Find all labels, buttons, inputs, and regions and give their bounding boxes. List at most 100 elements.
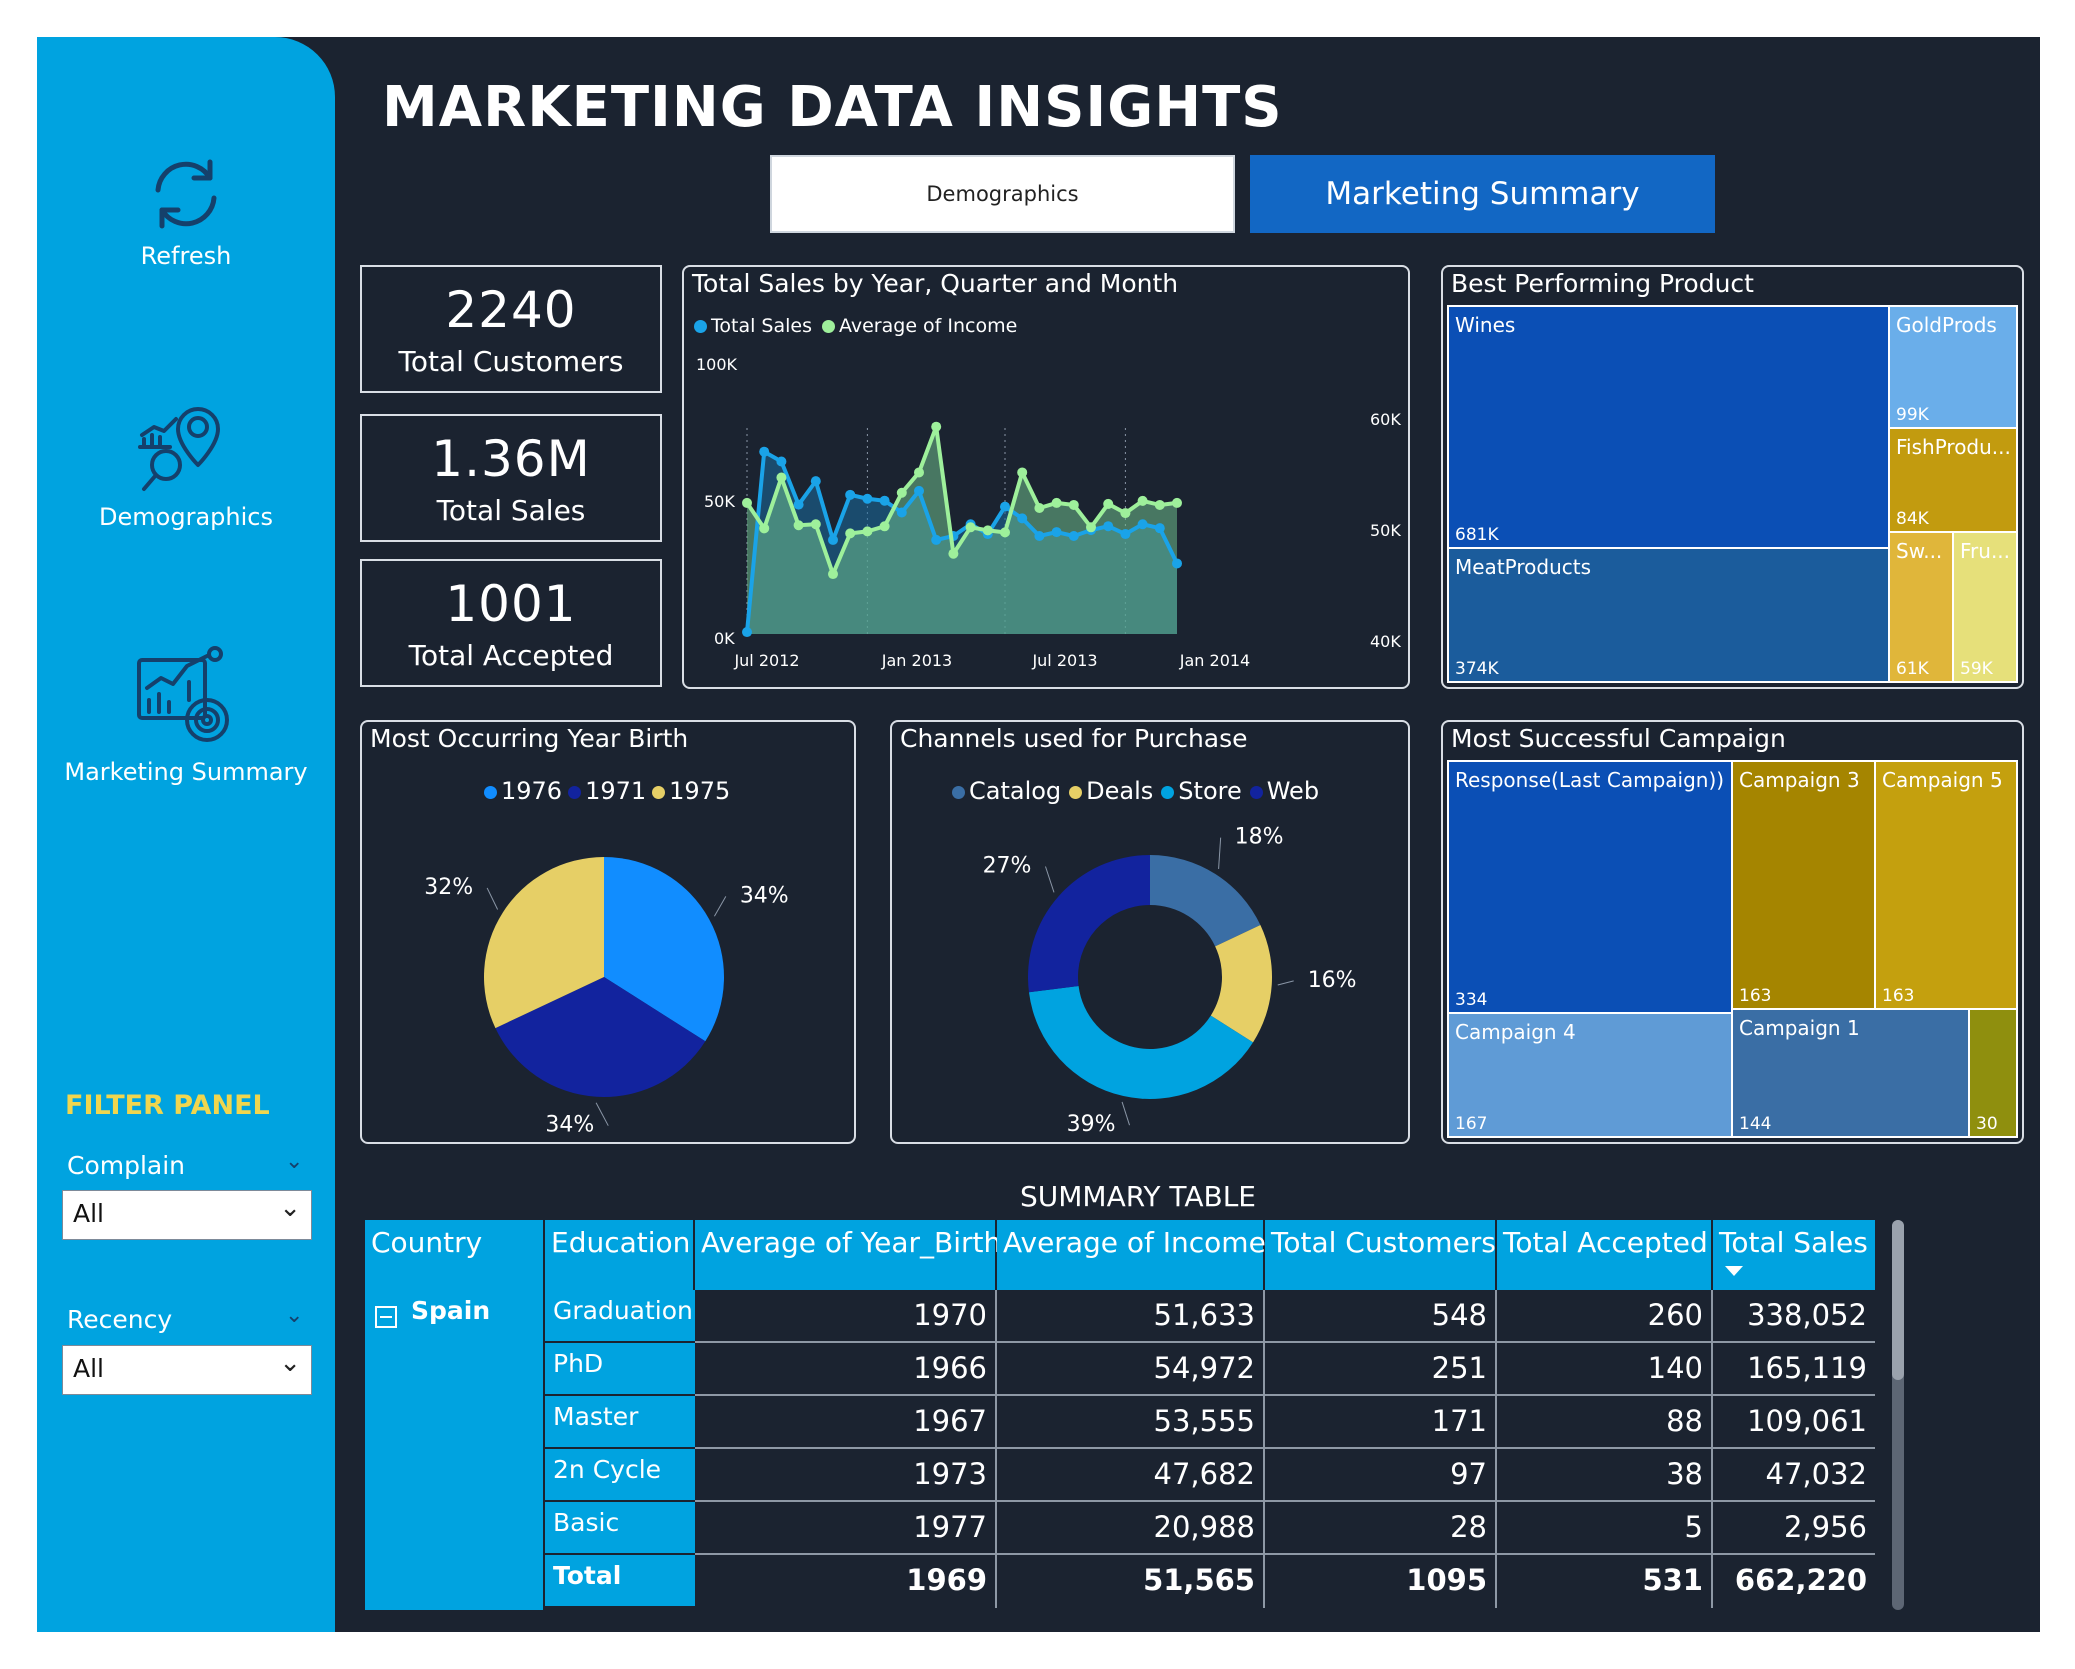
chart-title: Most Successful Campaign	[1451, 724, 1786, 753]
tab-marketing-summary[interactable]: Marketing Summary	[1250, 155, 1715, 233]
sales-trend-chart[interactable]: Total Sales by Year, Quarter and Month T…	[682, 265, 1410, 689]
y-right-tick: 50K	[1370, 521, 1401, 540]
table-cell: 260	[1497, 1290, 1713, 1343]
table-cell: 1969	[695, 1555, 997, 1608]
treemap-cell[interactable]: Campaign 1 144	[1731, 1008, 1970, 1138]
table-cell: 251	[1265, 1343, 1497, 1396]
treemap-cell[interactable]: 30	[1968, 1008, 2018, 1138]
treemap-cell[interactable]: FishProdu... 84K	[1888, 427, 2018, 533]
treemap-cell[interactable]: Campaign 5 163	[1874, 760, 2018, 1010]
column-header[interactable]: Total Accepted	[1497, 1220, 1713, 1290]
data-point	[914, 467, 924, 478]
treemap-cell[interactable]: Response(Last Campaign)) 334	[1447, 760, 1733, 1014]
page-title: MARKETING DATA INSIGHTS	[382, 75, 1283, 140]
treemap-cell[interactable]: Wines 681K	[1447, 305, 1890, 549]
campaign-treemap[interactable]: Most Successful Campaign Response(Last C…	[1441, 720, 2024, 1144]
nav-marketing-summary-button[interactable]: Marketing Summary	[37, 642, 335, 786]
column-header[interactable]: Average of Year_Birth	[695, 1220, 1001, 1290]
treemap-cell[interactable]: Campaign 3 163	[1731, 760, 1876, 1010]
table-scrollbar[interactable]	[1892, 1220, 1904, 1610]
leader-line	[595, 1102, 609, 1126]
column-header[interactable]: Total Sales	[1713, 1220, 1875, 1290]
table-cell: 1966	[695, 1343, 997, 1396]
chevron-down-icon: ⌄	[279, 1193, 301, 1223]
year-birth-pie-chart[interactable]: Most Occurring Year Birth 1976 1971 1975 3…	[360, 720, 856, 1144]
table-cell: 51,565	[997, 1555, 1265, 1608]
slice-label: 34%	[740, 883, 789, 908]
y-left-tick: 100K	[696, 355, 738, 374]
column-header[interactable]: Country	[365, 1220, 545, 1290]
total-row-label: Total	[545, 1555, 695, 1608]
data-point	[914, 485, 924, 496]
column-header[interactable]: Total Customers	[1265, 1220, 1497, 1290]
table-cell: 531	[1497, 1555, 1713, 1608]
table-cell: 38	[1497, 1449, 1713, 1502]
data-point	[862, 526, 873, 537]
slice-label: 32%	[424, 875, 473, 900]
nav-demographics-label: Demographics	[99, 503, 273, 531]
recency-dropdown[interactable]: All ⌄	[62, 1345, 312, 1395]
data-point	[1017, 467, 1028, 478]
data-point	[759, 523, 770, 534]
summary-table: Country Education Average of Year_Birth …	[365, 1220, 1875, 1610]
data-point	[1017, 513, 1028, 524]
treemap-cell[interactable]: GoldProds 99K	[1888, 305, 2018, 429]
chevron-down-icon[interactable]: ⌄	[285, 1303, 303, 1328]
area-chart-canvas: 100K 50K 0K 60K 50K 40K Jul 2012 Jan 201…	[696, 355, 1401, 670]
slice-label: 18%	[1235, 825, 1284, 850]
data-point	[1154, 523, 1165, 534]
tab-demographics[interactable]: Demographics	[770, 155, 1235, 233]
kpi-label: Total Customers	[398, 345, 624, 378]
pie-slice	[1150, 855, 1261, 947]
slice-label: 34%	[545, 1113, 594, 1138]
data-point	[810, 519, 821, 530]
kpi-card-total-customers: 2240 Total Customers	[360, 265, 662, 393]
country-column: Spain	[365, 1290, 543, 1610]
complain-dropdown[interactable]: All ⌄	[62, 1190, 312, 1240]
data-point	[742, 497, 752, 508]
column-header[interactable]: Average of Income	[997, 1220, 1266, 1290]
treemap-label: Response(Last Campaign))	[1455, 768, 1725, 792]
data-point	[896, 507, 907, 518]
scrollbar-thumb[interactable]	[1892, 1220, 1904, 1380]
column-header[interactable]: Education	[545, 1220, 695, 1290]
data-point	[759, 446, 770, 457]
chevron-down-icon[interactable]: ⌄	[285, 1149, 303, 1174]
table-cell: 28	[1265, 1502, 1497, 1555]
leader-line	[1045, 866, 1055, 893]
education-cell: Master	[545, 1396, 695, 1449]
y-left-tick: 0K	[714, 629, 735, 648]
treemap-value: 99K	[1896, 405, 1929, 425]
data-point	[879, 521, 890, 532]
data-point	[1051, 527, 1062, 538]
best-product-treemap[interactable]: Best Performing Product Wines 681K MeatP…	[1441, 265, 2024, 689]
data-point	[793, 499, 804, 510]
data-point	[1034, 531, 1045, 541]
treemap-cell[interactable]: Campaign 4 167	[1447, 1012, 1733, 1138]
y-right-tick: 60K	[1370, 410, 1401, 429]
channels-donut-chart[interactable]: Channels used for Purchase Catalog Deals S…	[890, 720, 1410, 1144]
treemap-cell[interactable]: Sw... 61K	[1888, 531, 1954, 683]
nav-demographics-button[interactable]: Demographics	[37, 397, 335, 531]
data-point	[931, 421, 942, 432]
slice-label: 16%	[1308, 968, 1357, 993]
data-point	[1103, 521, 1114, 532]
leader-line	[486, 887, 499, 910]
sort-desc-icon	[1725, 1266, 1743, 1276]
leader-line	[713, 896, 727, 917]
treemap-label: MeatProducts	[1455, 555, 1592, 579]
treemap-cell[interactable]: MeatProducts 374K	[1447, 547, 1890, 683]
table-cell: 54,972	[997, 1343, 1265, 1396]
kpi-value: 1.36M	[431, 430, 591, 488]
treemap-cell[interactable]: Fru... 59K	[1952, 531, 2018, 683]
table-cell: 5	[1497, 1502, 1713, 1555]
data-point	[1068, 531, 1079, 541]
complain-slicer-label: Complain	[67, 1151, 186, 1180]
data-point	[1000, 527, 1010, 538]
data-point	[965, 522, 976, 533]
treemap-label: Wines	[1455, 313, 1516, 337]
collapse-icon[interactable]	[375, 1306, 397, 1328]
nav-refresh-button[interactable]: Refresh	[37, 152, 335, 270]
data-point	[776, 456, 787, 467]
kpi-label: Total Accepted	[408, 639, 614, 672]
